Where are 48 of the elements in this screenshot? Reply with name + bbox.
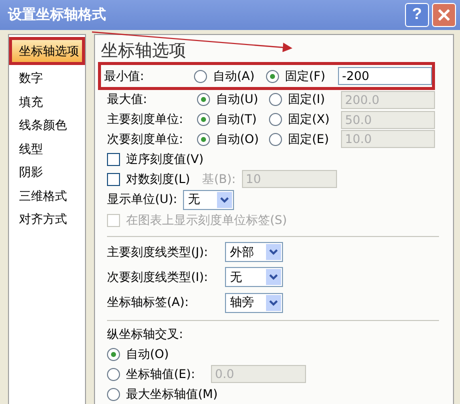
- field-label: 次要刻度单位:: [107, 130, 184, 148]
- fixed-radio[interactable]: 固定(I): [269, 91, 341, 108]
- fixed-radio[interactable]: 固定(E): [269, 130, 341, 148]
- category-item[interactable]: 数字: [9, 67, 85, 90]
- category-item[interactable]: 填充: [9, 90, 85, 114]
- field-label: 最大值:: [107, 91, 148, 108]
- radio-option[interactable]: 自动(O): [107, 346, 169, 363]
- checkbox[interactable]: [107, 172, 120, 186]
- section-heading: 坐标轴选项: [101, 40, 186, 62]
- auto-radio[interactable]: 自动(A): [194, 68, 266, 84]
- category-item[interactable]: 对齐方式: [9, 208, 85, 232]
- close-button[interactable]: [432, 3, 456, 27]
- field-label: 最小值:: [104, 68, 146, 84]
- fixed-radio[interactable]: 固定(F): [266, 68, 338, 84]
- close-icon: [438, 9, 450, 21]
- field-label: 坐标轴标签(A):: [107, 294, 190, 312]
- category-item[interactable]: 阴影: [9, 161, 85, 184]
- dropdown[interactable]: 轴旁: [225, 292, 283, 313]
- dropdown[interactable]: 无: [225, 267, 283, 288]
- fixed-radio[interactable]: 固定(X): [269, 111, 341, 128]
- radio-option[interactable]: 最大坐标轴值(M): [107, 386, 218, 403]
- checkbox-label: 逆序刻度值(V): [126, 150, 204, 168]
- checkbox[interactable]: [107, 152, 120, 166]
- caret-icon: [266, 294, 281, 311]
- checkbox-label: 对数刻度(L): [126, 170, 190, 188]
- field-label: 主要刻度单位:: [107, 111, 184, 128]
- auto-radio[interactable]: 自动(T): [197, 111, 269, 128]
- caret-icon: [266, 269, 281, 286]
- window-title: 设置坐标轴格式: [8, 6, 107, 24]
- caret-icon: [217, 192, 232, 208]
- dropdown[interactable]: 外部: [225, 242, 283, 262]
- value-field[interactable]: -200: [338, 67, 432, 85]
- group-title: 纵坐标轴交叉:: [107, 326, 184, 343]
- auto-radio[interactable]: 自动(O): [197, 130, 269, 148]
- category-item[interactable]: 三维格式: [9, 184, 85, 208]
- checkbox-label: 在图表上显示刻度单位标签(S): [126, 212, 287, 230]
- category-item[interactable]: 坐标轴选项: [9, 37, 85, 65]
- base-label: 基(B):: [202, 170, 236, 188]
- field-label: 次要刻度线类型(I):: [107, 268, 209, 286]
- category-item[interactable]: 线条颜色: [9, 114, 85, 138]
- caret-icon: [266, 244, 281, 260]
- field-label: 主要刻度线类型(J):: [107, 244, 209, 261]
- help-button[interactable]: ?: [405, 3, 429, 27]
- field-label: 显示单位(U):: [107, 191, 178, 208]
- unit-dropdown[interactable]: 无: [183, 190, 234, 210]
- category-item[interactable]: 线型: [9, 138, 85, 161]
- radio-option[interactable]: 坐标轴值(E):: [107, 366, 195, 383]
- auto-radio[interactable]: 自动(U): [197, 91, 269, 108]
